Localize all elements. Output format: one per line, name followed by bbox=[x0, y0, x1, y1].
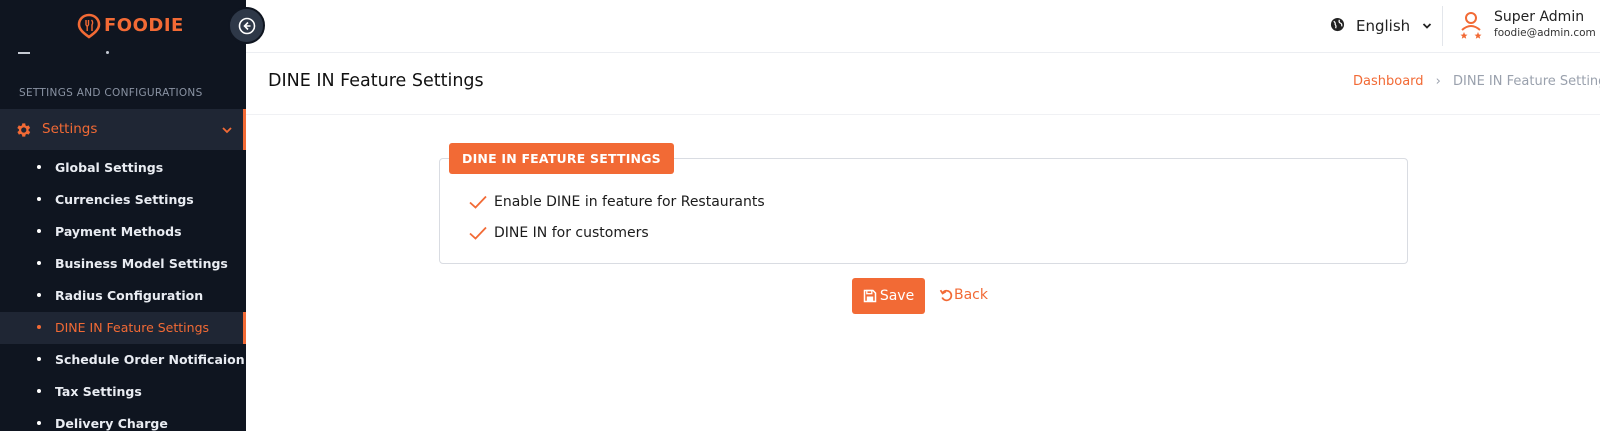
user-email: foodie@admin.com bbox=[1494, 27, 1596, 39]
header-divider bbox=[1442, 6, 1443, 46]
sidebar-subitem-business-model-settings[interactable]: Business Model Settings bbox=[0, 248, 246, 280]
sidebar-subitem-dine-in-feature-settings[interactable]: DINE IN Feature Settings bbox=[0, 312, 246, 344]
bullet bbox=[37, 389, 41, 393]
sidebar-item-settings[interactable]: Settings bbox=[0, 109, 246, 150]
breadcrumb-dashboard-link[interactable]: Dashboard bbox=[1353, 74, 1424, 89]
option-dine-in-customers[interactable]: DINE IN for customers bbox=[468, 222, 649, 244]
sidebar-subitem-label: Delivery Charge bbox=[55, 416, 168, 431]
save-button[interactable]: Save bbox=[852, 278, 925, 314]
sidebar-subitem-label: Radius Configuration bbox=[55, 288, 204, 303]
page-title: DINE IN Feature Settings bbox=[268, 71, 484, 91]
language-selector[interactable]: English bbox=[1356, 17, 1410, 35]
breadcrumb: Dashboard › DINE IN Feature Settings bbox=[1353, 74, 1600, 89]
floppy-disk-icon bbox=[863, 289, 877, 303]
option-label: DINE IN for customers bbox=[494, 225, 649, 241]
brand[interactable]: FOODIE bbox=[0, 0, 246, 52]
sidebar-subitem-label: DINE IN Feature Settings bbox=[55, 320, 210, 335]
sidebar-subitem-schedule-order-notification[interactable]: Schedule Order Notificaion bbox=[0, 344, 246, 376]
bullet bbox=[37, 421, 41, 425]
globe-icon bbox=[1330, 17, 1345, 32]
sidebar-subitem-payment-methods[interactable]: Payment Methods bbox=[0, 216, 246, 248]
sidebar-subitem-currencies-settings[interactable]: Currencies Settings bbox=[0, 184, 246, 216]
option-label: Enable DINE in feature for Restaurants bbox=[494, 194, 765, 210]
save-button-label: Save bbox=[879, 288, 915, 304]
sidebar-subitem-radius-configuration[interactable]: Radius Configuration bbox=[0, 280, 246, 312]
bullet bbox=[37, 165, 41, 169]
bullet bbox=[37, 229, 41, 233]
undo-icon bbox=[939, 289, 953, 302]
user-name[interactable]: Super Admin bbox=[1494, 9, 1584, 25]
bullet bbox=[37, 293, 41, 297]
breadcrumb-current: DINE IN Feature Settings bbox=[1453, 74, 1600, 89]
sidebar-subitem-label: Schedule Order Notificaion bbox=[55, 352, 245, 367]
sidebar-item-settings-label: Settings bbox=[42, 121, 98, 137]
sidebar-subitem-global-settings[interactable]: Global Settings bbox=[0, 152, 246, 184]
sidebar-collapse-button[interactable] bbox=[228, 7, 265, 44]
back-button-label: Back bbox=[954, 287, 988, 303]
sidebar: FOODIE SETTINGS AND CONFIGURATIONS Setti… bbox=[0, 0, 246, 431]
users-icon[interactable] bbox=[1458, 11, 1484, 39]
sidebar-subitem-label: Currencies Settings bbox=[55, 192, 194, 207]
sidebar-subitem-label: Business Model Settings bbox=[55, 256, 228, 271]
bullet bbox=[37, 357, 41, 361]
sidebar-subitem-tax-settings[interactable]: Tax Settings bbox=[0, 376, 246, 408]
sidebar-section-label: SETTINGS AND CONFIGURATIONS bbox=[19, 87, 203, 99]
sidebar-subitem-delivery-charge[interactable]: Delivery Charge bbox=[0, 408, 246, 431]
bullet bbox=[37, 325, 41, 329]
chevron-down-icon bbox=[222, 127, 232, 134]
card-legend: DINE IN FEATURE SETTINGS bbox=[449, 143, 674, 174]
breadcrumb-separator-icon: › bbox=[1435, 74, 1441, 89]
chevron-down-icon[interactable] bbox=[1421, 20, 1433, 32]
gear-icon bbox=[17, 123, 31, 137]
check-icon[interactable] bbox=[468, 225, 488, 241]
sidebar-subitem-label: Payment Methods bbox=[55, 224, 182, 239]
brand-name: FOODIE bbox=[104, 15, 184, 36]
back-button[interactable]: Back bbox=[939, 287, 988, 303]
bullet bbox=[37, 261, 41, 265]
check-icon[interactable] bbox=[468, 194, 488, 210]
sidebar-subitem-label: Tax Settings bbox=[55, 384, 142, 399]
option-enable-dine-in-restaurants[interactable]: Enable DINE in feature for Restaurants bbox=[468, 191, 765, 213]
sidebar-item-partial bbox=[18, 48, 128, 54]
sidebar-subitem-label: Global Settings bbox=[55, 160, 164, 175]
arrow-left-circle-icon bbox=[238, 17, 255, 34]
logo-icon bbox=[77, 13, 101, 39]
bullet bbox=[37, 197, 41, 201]
